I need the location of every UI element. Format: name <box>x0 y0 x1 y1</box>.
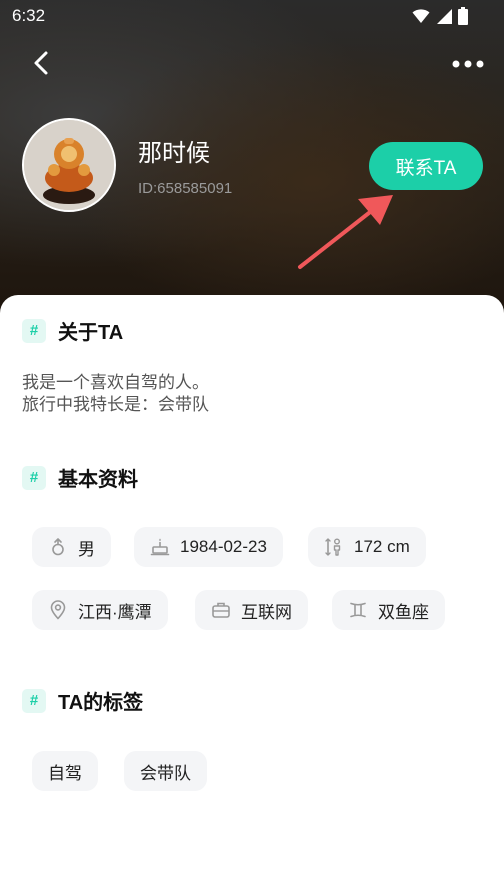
info-chip-industry: 互联网 <box>195 590 308 630</box>
status-bar: 6:32 <box>0 0 504 32</box>
info-chip-location: 江西·鹰潭 <box>32 590 168 630</box>
hash-icon: # <box>22 318 46 343</box>
info-birthday: 1984-02-23 <box>180 537 267 556</box>
more-options-button[interactable] <box>450 56 486 72</box>
hash-icon: # <box>22 688 46 713</box>
gender-icon <box>52 538 64 556</box>
info-gender: 男 <box>78 539 95 559</box>
avatar-image <box>24 120 114 210</box>
basic-info-title: 基本资料 <box>58 469 138 491</box>
info-location: 江西·鹰潭 <box>78 602 152 622</box>
info-chip-birthday: 1984-02-23 <box>134 527 283 567</box>
avatar[interactable] <box>22 118 116 212</box>
info-industry: 互联网 <box>241 602 292 622</box>
birthday-cake-icon <box>150 538 170 556</box>
back-button[interactable] <box>26 48 58 80</box>
height-icon <box>325 538 341 556</box>
info-chip-zodiac: 双鱼座 <box>332 590 445 630</box>
basic-info-section-title: # 基本资料 <box>22 463 138 492</box>
more-dots-icon <box>452 60 484 68</box>
tag-label: 会带队 <box>140 763 191 783</box>
status-time: 6:32 <box>12 6 46 25</box>
zodiac-icon <box>350 602 366 618</box>
tags-title: TA的标签 <box>58 692 144 714</box>
about-section-title: # 关于TA <box>22 316 123 345</box>
profile-user-id: ID:658585091 <box>138 180 233 197</box>
status-icons <box>412 7 468 25</box>
chevron-left-icon <box>34 51 48 75</box>
profile-header: 6:32 那时候 ID:658585091 联系TA <box>0 0 504 330</box>
wifi-icon <box>412 9 430 23</box>
tag-label: 自驾 <box>48 763 82 783</box>
tag-chip: 会带队 <box>124 751 207 791</box>
cell-signal-icon <box>437 9 452 24</box>
about-text: 我是一个喜欢自驾的人。 旅行中我特长是：会带队 <box>22 372 209 416</box>
about-title: 关于TA <box>58 322 124 344</box>
tag-chip: 自驾 <box>32 751 98 791</box>
tags-section-title: # TA的标签 <box>22 686 143 715</box>
contact-button[interactable]: 联系TA <box>369 142 483 190</box>
location-pin-icon <box>50 600 66 620</box>
hash-icon: # <box>22 465 46 490</box>
info-zodiac: 双鱼座 <box>378 602 429 622</box>
annotation-arrow <box>298 195 393 269</box>
info-chip-gender: 男 <box>32 527 111 567</box>
info-chip-height: 172 cm <box>308 527 426 567</box>
info-height: 172 cm <box>354 537 410 556</box>
about-line-2: 旅行中我特长是：会带队 <box>22 395 209 414</box>
about-line-1: 我是一个喜欢自驾的人。 <box>22 373 209 392</box>
battery-icon <box>458 7 468 25</box>
profile-name: 那时候 <box>138 140 210 167</box>
briefcase-icon <box>212 602 230 618</box>
